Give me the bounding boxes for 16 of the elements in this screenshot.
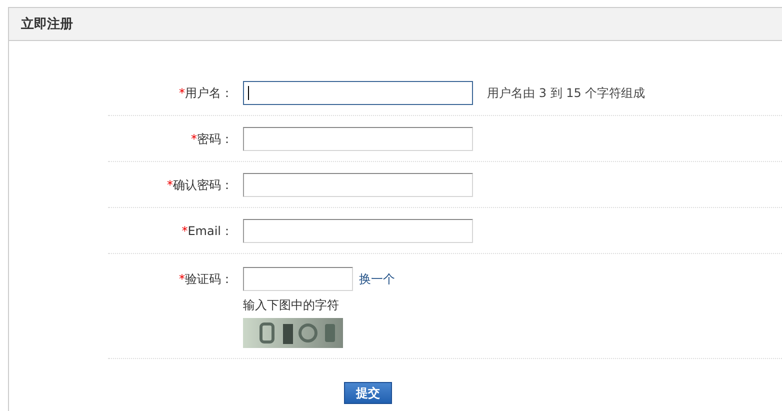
input-field[interactable] bbox=[243, 127, 473, 151]
captcha-instruction: 输入下图中的字符 bbox=[243, 297, 340, 314]
input-field[interactable] bbox=[243, 219, 473, 243]
input-field[interactable] bbox=[243, 173, 473, 197]
field-label: *用户名： bbox=[178, 85, 233, 102]
text-cursor bbox=[248, 86, 249, 100]
input-field[interactable] bbox=[243, 267, 353, 291]
submit-button[interactable]: 提交 bbox=[344, 382, 392, 404]
refresh-link[interactable]: 换一个 bbox=[359, 270, 395, 288]
panel-title: 立即注册 bbox=[21, 16, 73, 33]
field-label: *验证码： bbox=[178, 271, 233, 288]
field-label: *确认密码： bbox=[166, 177, 233, 194]
field-label: *密码： bbox=[190, 131, 233, 148]
field-hint: 用户名由 3 到 15 个字符组成 bbox=[487, 84, 646, 102]
input-field[interactable] bbox=[243, 81, 473, 105]
field-label: *Email： bbox=[180, 223, 233, 240]
